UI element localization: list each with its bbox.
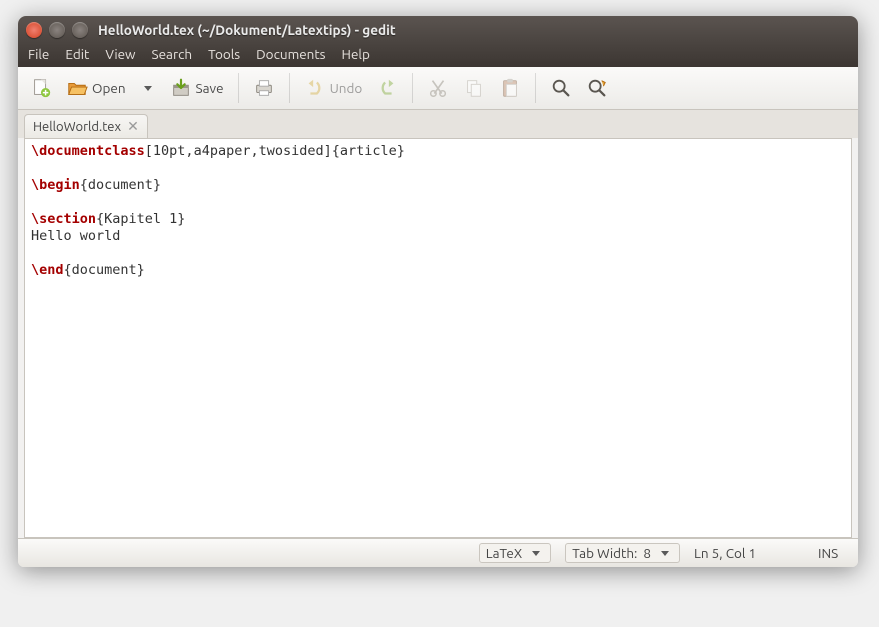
tab-label: HelloWorld.tex xyxy=(33,120,121,134)
menu-edit[interactable]: Edit xyxy=(65,46,89,62)
menu-documents[interactable]: Documents xyxy=(256,46,325,62)
copy-icon xyxy=(463,77,485,99)
close-tab-button[interactable]: ✕ xyxy=(127,118,139,135)
menu-view[interactable]: View xyxy=(105,46,135,62)
latex-args: [10pt,a4paper,twosided]{article} xyxy=(145,143,405,159)
undo-label: Undo xyxy=(330,80,363,96)
save-icon xyxy=(170,77,192,99)
menu-tools[interactable]: Tools xyxy=(208,46,240,62)
menubar: File Edit View Search Tools Documents He… xyxy=(18,43,858,67)
insert-mode[interactable]: INS xyxy=(818,545,848,561)
window-controls xyxy=(26,22,88,38)
menu-search[interactable]: Search xyxy=(152,46,193,62)
cursor-position: Ln 5, Col 1 xyxy=(694,545,804,561)
print-button[interactable] xyxy=(249,73,279,103)
save-button[interactable]: Save xyxy=(166,73,228,103)
search-replace-icon xyxy=(586,77,608,99)
toolbar-separator xyxy=(535,73,536,103)
search-icon xyxy=(550,77,572,99)
paste-button[interactable] xyxy=(495,73,525,103)
latex-args: {Kapitel 1} xyxy=(96,211,185,227)
chevron-down-icon xyxy=(532,551,540,556)
window-title: HelloWorld.tex (~/Dokument/Latextips) - … xyxy=(98,22,396,38)
tab-width-selector[interactable]: Tab Width: 8 xyxy=(565,543,680,563)
open-recent-dropdown[interactable] xyxy=(136,82,160,95)
language-label: LaTeX xyxy=(486,545,522,561)
latex-keyword: \begin xyxy=(31,177,80,193)
save-label: Save xyxy=(196,80,224,96)
latex-args: {document} xyxy=(64,262,145,278)
minimize-window-button[interactable] xyxy=(49,22,65,38)
open-label: Open xyxy=(92,80,126,96)
tab-bar: HelloWorld.tex ✕ xyxy=(18,110,858,138)
redo-button[interactable] xyxy=(372,73,402,103)
app-window: HelloWorld.tex (~/Dokument/Latextips) - … xyxy=(18,16,858,567)
new-file-button[interactable] xyxy=(26,73,56,103)
toolbar-separator xyxy=(289,73,290,103)
folder-open-icon xyxy=(66,77,88,99)
toolbar-separator xyxy=(238,73,239,103)
new-file-icon xyxy=(30,77,52,99)
redo-icon xyxy=(376,77,398,99)
print-icon xyxy=(253,77,275,99)
toolbar: Open Save Undo xyxy=(18,67,858,110)
search-button[interactable] xyxy=(546,73,576,103)
open-button[interactable]: Open xyxy=(62,73,130,103)
cut-button[interactable] xyxy=(423,73,453,103)
tab-helloworld[interactable]: HelloWorld.tex ✕ xyxy=(24,114,148,138)
menu-file[interactable]: File xyxy=(28,46,49,62)
tabwidth-text: Tab Width: xyxy=(572,545,637,561)
titlebar[interactable]: HelloWorld.tex (~/Dokument/Latextips) - … xyxy=(18,16,858,43)
latex-keyword: \end xyxy=(31,262,64,278)
latex-keyword: \documentclass xyxy=(31,143,145,159)
undo-icon xyxy=(304,77,326,99)
maximize-window-button[interactable] xyxy=(72,22,88,38)
chevron-down-icon xyxy=(144,86,152,91)
toolbar-separator xyxy=(412,73,413,103)
menu-help[interactable]: Help xyxy=(342,46,370,62)
chevron-down-icon xyxy=(661,551,669,556)
tabwidth-value: 8 xyxy=(643,545,651,561)
cut-icon xyxy=(427,77,449,99)
latex-keyword: \section xyxy=(31,211,96,227)
latex-args: {document} xyxy=(80,177,161,193)
editor-text: Hello world xyxy=(31,228,120,244)
close-window-button[interactable] xyxy=(26,22,42,38)
search-replace-button[interactable] xyxy=(582,73,612,103)
language-selector[interactable]: LaTeX xyxy=(479,543,551,563)
undo-button[interactable]: Undo xyxy=(300,73,367,103)
status-bar: LaTeX Tab Width: 8 Ln 5, Col 1 INS xyxy=(18,538,858,567)
text-editor[interactable]: \documentclass[10pt,a4paper,twosided]{ar… xyxy=(24,138,852,538)
paste-icon xyxy=(499,77,521,99)
copy-button[interactable] xyxy=(459,73,489,103)
